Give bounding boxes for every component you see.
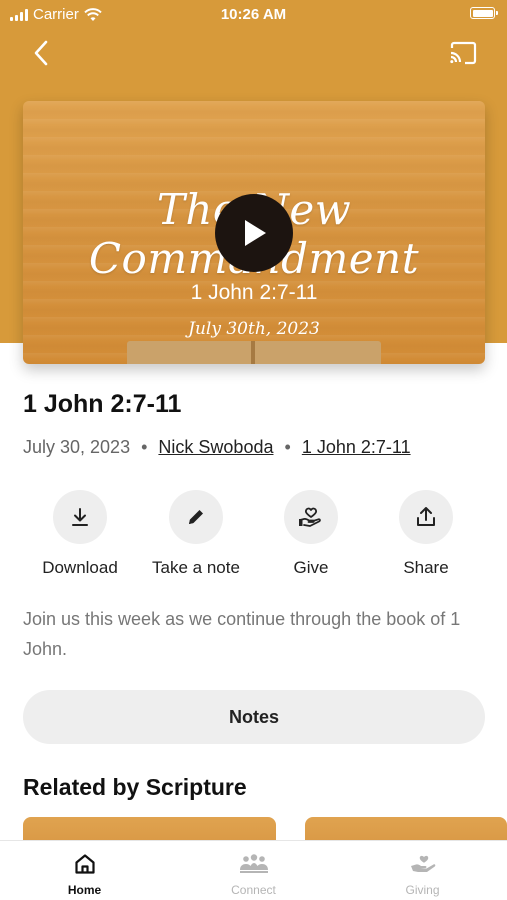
hand-heart-icon bbox=[409, 851, 437, 877]
status-bar: Carrier 10:26 AM bbox=[0, 0, 507, 30]
cast-button[interactable] bbox=[447, 38, 479, 68]
video-date-overlay: July 30th, 2023 bbox=[188, 319, 320, 339]
battery-icon bbox=[470, 7, 498, 19]
play-button[interactable] bbox=[215, 194, 293, 272]
give-action[interactable]: Give bbox=[246, 490, 376, 578]
status-time: 10:26 AM bbox=[220, 6, 287, 23]
share-action[interactable]: Share bbox=[361, 490, 491, 578]
chevron-left-icon bbox=[34, 40, 48, 66]
tab-connect[interactable]: Connect bbox=[169, 841, 338, 900]
notes-button[interactable]: Notes bbox=[23, 690, 485, 744]
download-label: Download bbox=[42, 558, 118, 577]
share-icon bbox=[417, 507, 435, 526]
download-button[interactable] bbox=[53, 490, 107, 544]
play-icon bbox=[245, 220, 266, 246]
meta-separator: • bbox=[141, 437, 148, 457]
meta-separator: • bbox=[284, 437, 291, 457]
tab-home-label: Home bbox=[67, 883, 102, 897]
sermon-detail-screen: Carrier 10:26 AM The New Commandment 1 J… bbox=[0, 0, 507, 900]
give-hand-heart-icon bbox=[299, 507, 321, 527]
people-icon bbox=[238, 851, 270, 877]
give-label: Give bbox=[293, 558, 329, 577]
download-icon bbox=[72, 508, 88, 526]
share-button[interactable] bbox=[399, 490, 453, 544]
home-icon bbox=[73, 851, 97, 877]
pencil-icon bbox=[189, 510, 203, 524]
give-button[interactable] bbox=[284, 490, 338, 544]
action-row: Download Take a note Give Share bbox=[0, 490, 507, 580]
share-label: Share bbox=[403, 558, 449, 577]
open-book-image bbox=[127, 341, 381, 364]
take-note-button[interactable] bbox=[169, 490, 223, 544]
tab-connect-label: Connect bbox=[231, 883, 276, 897]
tab-home[interactable]: Home bbox=[0, 841, 169, 900]
video-reference-overlay: 1 John 2:7-11 bbox=[190, 281, 318, 304]
sermon-description: Join us this week as we continue through… bbox=[23, 609, 461, 659]
back-button[interactable] bbox=[26, 38, 56, 68]
video-thumbnail[interactable]: The New Commandment 1 John 2:7-11 July 3… bbox=[23, 101, 485, 364]
download-action[interactable]: Download bbox=[15, 490, 145, 578]
cast-icon bbox=[450, 41, 477, 65]
sermon-date: July 30, 2023 bbox=[23, 437, 131, 457]
tab-giving-label: Giving bbox=[405, 883, 440, 897]
take-note-action[interactable]: Take a note bbox=[131, 490, 261, 578]
scripture-link[interactable]: 1 John 2:7-11 bbox=[302, 437, 411, 457]
tab-bar: Home Connect Giving bbox=[0, 840, 507, 900]
sermon-meta: July 30, 2023 • Nick Swoboda • 1 John 2:… bbox=[23, 437, 411, 458]
tab-giving[interactable]: Giving bbox=[338, 841, 507, 900]
take-note-label: Take a note bbox=[152, 558, 240, 577]
speaker-link[interactable]: Nick Swoboda bbox=[158, 437, 273, 457]
related-heading: Related by Scripture bbox=[23, 774, 247, 800]
sermon-title: 1 John 2:7-11 bbox=[23, 390, 182, 418]
